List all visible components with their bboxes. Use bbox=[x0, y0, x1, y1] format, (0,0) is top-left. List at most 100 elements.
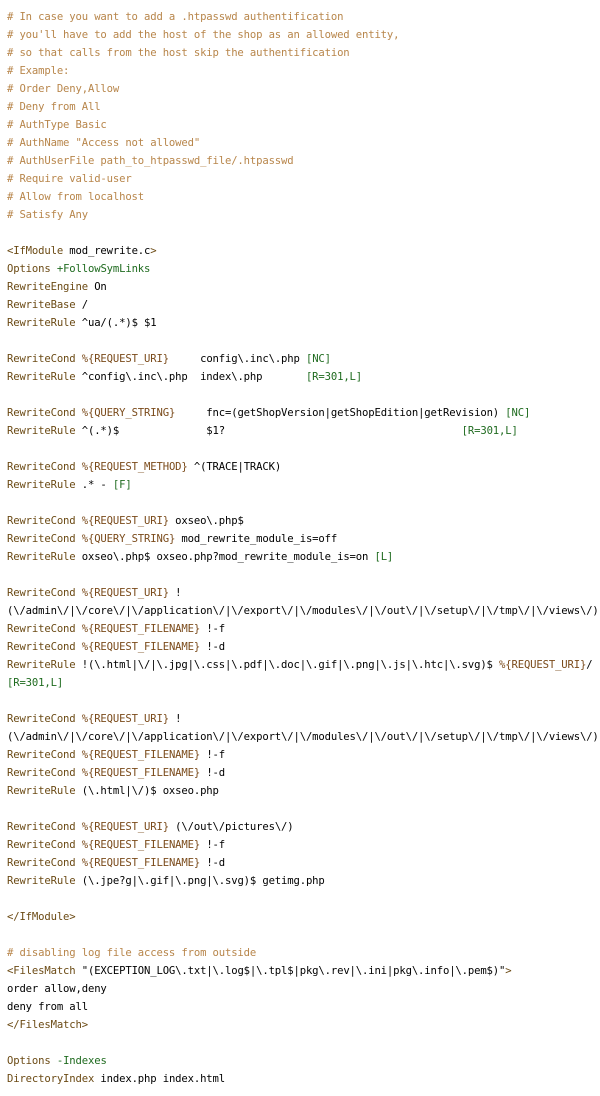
text-token: !-f bbox=[200, 749, 226, 761]
directive-token: RewriteCond bbox=[7, 767, 76, 779]
directive-token: Options bbox=[7, 263, 51, 275]
comment-token: # Deny from All bbox=[7, 101, 101, 113]
text-token: / bbox=[75, 299, 88, 311]
comment-token: # In case you want to add a .htpasswd au… bbox=[7, 11, 344, 23]
variable-token: %{REQUEST_URI} bbox=[499, 659, 587, 671]
option-token: [NC] bbox=[505, 407, 531, 419]
text-token: ^config\.inc\.php index\.php bbox=[75, 371, 306, 383]
code-line: RewriteCond %{REQUEST_URI} config\.inc\.… bbox=[7, 350, 597, 368]
text-token: !-f bbox=[200, 623, 226, 635]
code-line: RewriteCond %{QUERY_STRING} fnc=(getShop… bbox=[7, 404, 597, 422]
variable-token: %{QUERY_STRING} bbox=[81, 533, 176, 545]
variable-token: %{REQUEST_FILENAME} bbox=[81, 839, 201, 851]
variable-token: %{REQUEST_URI} bbox=[81, 713, 169, 725]
directive-token: Options bbox=[7, 1055, 51, 1067]
code-line: # Example: bbox=[7, 62, 597, 80]
option-token: [NC] bbox=[305, 353, 331, 365]
code-line: RewriteCond %{QUERY_STRING} mod_rewrite_… bbox=[7, 530, 597, 548]
code-line: </IfModule> bbox=[7, 908, 597, 926]
code-line: RewriteCond %{REQUEST_URI} (\/out\/pictu… bbox=[7, 818, 597, 836]
code-line: # disabling log file access from outside bbox=[7, 944, 597, 962]
code-line: RewriteCond %{REQUEST_FILENAME} !-d bbox=[7, 764, 597, 782]
directive-token: RewriteRule bbox=[7, 551, 76, 563]
comment-token: # you'll have to add the host of the sho… bbox=[7, 29, 400, 41]
directive-token: RewriteRule bbox=[7, 785, 76, 797]
text-token: oxseo\.php$ oxseo.php?mod_rewrite_module… bbox=[75, 551, 375, 563]
text-token: mod_rewrite_module_is=off bbox=[175, 533, 338, 545]
code-line: # Order Deny,Allow bbox=[7, 80, 597, 98]
text-token: deny from all bbox=[7, 1001, 88, 1013]
code-line: RewriteRule ^ua/(.*)$ $1 bbox=[7, 314, 597, 332]
variable-token: %{REQUEST_URI} bbox=[81, 515, 169, 527]
text-token: (\.html|\/)$ oxseo.php bbox=[75, 785, 219, 797]
directive-token: > bbox=[505, 965, 512, 977]
text-token: !-d bbox=[200, 767, 226, 779]
variable-token: %{REQUEST_FILENAME} bbox=[81, 623, 201, 635]
comment-token: # Allow from localhost bbox=[7, 191, 145, 203]
text-token: !-d bbox=[200, 857, 226, 869]
code-line: RewriteCond %{REQUEST_URI} oxseo\.php$ bbox=[7, 512, 597, 530]
text-token: (\/out\/pictures\/) bbox=[168, 821, 294, 833]
code-line: RewriteRule ^(.*)$ $1? [R=301,L] bbox=[7, 422, 597, 440]
code-line: Options +FollowSymLinks bbox=[7, 260, 597, 278]
code-line: RewriteRule (\.jpe?g|\.gif|\.png|\.svg)$… bbox=[7, 872, 597, 890]
code-line: RewriteEngine On bbox=[7, 278, 597, 296]
text-token: config\.inc\.php bbox=[168, 353, 306, 365]
text-token: oxseo\.php$ bbox=[168, 515, 244, 527]
code-line: # AuthName "Access not allowed" bbox=[7, 134, 597, 152]
code-line: RewriteCond %{REQUEST_FILENAME} !-f bbox=[7, 836, 597, 854]
directive-token: RewriteRule bbox=[7, 425, 76, 437]
code-line: RewriteCond %{REQUEST_FILENAME} !-d bbox=[7, 638, 597, 656]
code-line: (\/admin\/|\/core\/|\/application\/|\/ex… bbox=[7, 728, 599, 746]
code-line: RewriteCond %{REQUEST_FILENAME} !-f bbox=[7, 620, 597, 638]
directive-token: RewriteCond bbox=[7, 713, 76, 725]
text-token: !-f bbox=[200, 839, 226, 851]
comment-token: # AuthType Basic bbox=[7, 119, 107, 131]
code-line: RewriteRule (\.html|\/)$ oxseo.php bbox=[7, 782, 597, 800]
variable-token: %{REQUEST_FILENAME} bbox=[81, 767, 201, 779]
code-line: # Deny from All bbox=[7, 98, 597, 116]
directive-token: RewriteCond bbox=[7, 587, 76, 599]
code-line: RewriteRule !(\.html|\/|\.jpg|\.css|\.pd… bbox=[7, 656, 597, 674]
text-token: index.php index.html bbox=[94, 1073, 225, 1085]
variable-token: %{REQUEST_FILENAME} bbox=[81, 857, 201, 869]
directive-token: RewriteCond bbox=[7, 407, 76, 419]
option-token: [L] bbox=[374, 551, 394, 563]
text-token: ^(TRACE|TRACK) bbox=[187, 461, 282, 473]
code-line: RewriteCond %{REQUEST_METHOD} ^(TRACE|TR… bbox=[7, 458, 597, 476]
directive-token: </FilesMatch> bbox=[7, 1019, 88, 1031]
text-token: On bbox=[87, 281, 107, 293]
directive-token: RewriteCond bbox=[7, 515, 76, 527]
directive-token: RewriteEngine bbox=[7, 281, 88, 293]
option-token: [R=301,L] bbox=[461, 425, 518, 437]
text-token: order allow,deny bbox=[7, 983, 107, 995]
option-token: [F] bbox=[112, 479, 132, 491]
code-view: # In case you want to add a .htpasswd au… bbox=[7, 8, 599, 1088]
code-line: deny from all bbox=[7, 998, 597, 1016]
directive-token: RewriteCond bbox=[7, 749, 76, 761]
directive-token: RewriteCond bbox=[7, 641, 76, 653]
code-line: RewriteRule ^config\.inc\.php index\.php… bbox=[7, 368, 597, 386]
code-line: RewriteRule .* - [F] bbox=[7, 476, 597, 494]
directive-token: RewriteRule bbox=[7, 317, 76, 329]
code-line: RewriteBase / bbox=[7, 296, 597, 314]
text-token: (\/admin\/|\/core\/|\/application\/|\/ex… bbox=[7, 605, 599, 617]
directive-token: RewriteCond bbox=[7, 533, 76, 545]
comment-token: # AuthName "Access not allowed" bbox=[7, 137, 201, 149]
text-token: fnc=(getShopVersion|getShopEdition|getRe… bbox=[175, 407, 506, 419]
variable-token: %{REQUEST_FILENAME} bbox=[81, 749, 201, 761]
text-token: !(\.html|\/|\.jpg|\.css|\.pdf|\.doc|\.gi… bbox=[75, 659, 500, 671]
code-line: # AuthUserFile path_to_htpasswd_file/.ht… bbox=[7, 152, 597, 170]
text-token: !-d bbox=[200, 641, 226, 653]
text-token: / bbox=[586, 659, 593, 671]
directive-token: <FilesMatch bbox=[7, 965, 76, 977]
directive-token: RewriteCond bbox=[7, 821, 76, 833]
comment-token: # so that calls from the host skip the a… bbox=[7, 47, 350, 59]
